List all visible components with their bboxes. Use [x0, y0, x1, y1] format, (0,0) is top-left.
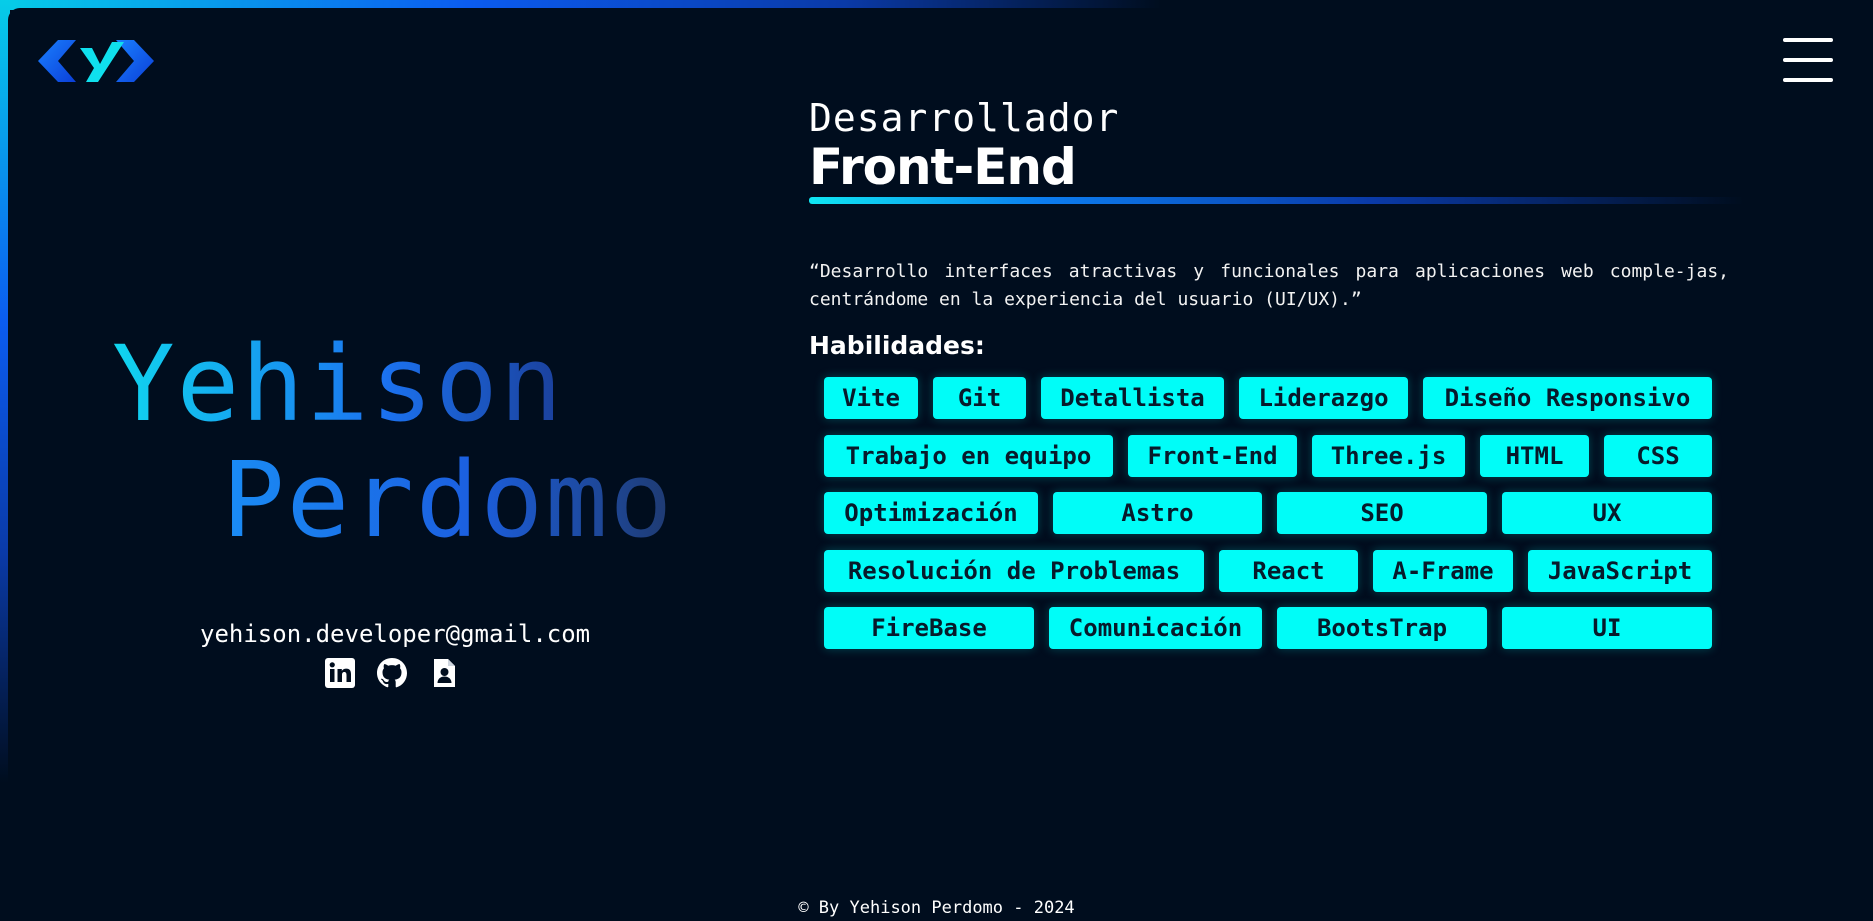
skill-chip[interactable]: Vite	[824, 377, 918, 419]
email-link[interactable]: yehison.developer@gmail.com	[200, 620, 590, 648]
skill-chip[interactable]: CSS	[1604, 435, 1712, 477]
skill-chip[interactable]: Three.js	[1312, 435, 1465, 477]
skill-chip[interactable]: Front-End	[1128, 435, 1297, 477]
skill-chip[interactable]: Git	[933, 377, 1026, 419]
linkedin-icon[interactable]	[324, 657, 356, 689]
social-links	[324, 657, 460, 689]
footer-copyright: © By Yehison Perdomo - 2024	[0, 898, 1873, 918]
skill-chip[interactable]: Comunicación	[1049, 607, 1262, 649]
skill-chip[interactable]: UI	[1502, 607, 1712, 649]
github-icon[interactable]	[376, 657, 408, 689]
code-brackets-logo[interactable]	[36, 38, 156, 84]
skill-chip[interactable]: UX	[1502, 492, 1712, 534]
skill-chip[interactable]: Optimización	[824, 492, 1038, 534]
skill-chip[interactable]: Astro	[1053, 492, 1262, 534]
resume-icon[interactable]	[428, 657, 460, 689]
skill-chip[interactable]: HTML	[1480, 435, 1589, 477]
skill-chip[interactable]: SEO	[1277, 492, 1487, 534]
skill-chip[interactable]: FireBase	[824, 607, 1034, 649]
skill-chip[interactable]: Trabajo en equipo	[824, 435, 1113, 477]
role-subtitle: Desarrollador	[809, 96, 1120, 140]
hamburger-icon-line	[1783, 78, 1833, 82]
hamburger-icon-line	[1783, 58, 1833, 62]
hamburger-menu-button[interactable]	[1783, 38, 1833, 82]
skills-heading: Habilidades:	[809, 331, 985, 360]
hamburger-icon-line	[1783, 38, 1833, 42]
skill-chip[interactable]: BootsTrap	[1277, 607, 1487, 649]
role-title: Front-End	[809, 138, 1077, 196]
last-name-heading: Perdomo	[222, 439, 675, 561]
skill-chip[interactable]: Resolución de Problemas	[824, 550, 1204, 592]
skill-chip[interactable]: JavaScript	[1528, 550, 1712, 592]
skill-chip[interactable]: Detallista	[1041, 377, 1224, 419]
intro-quote: “Desarrollo interfaces atractivas y func…	[809, 261, 1729, 310]
first-name-heading: Yehison	[112, 323, 565, 445]
skill-chip[interactable]: A-Frame	[1373, 550, 1513, 592]
skill-chip[interactable]: React	[1219, 550, 1358, 592]
footer-text: © By Yehison Perdomo - 2024	[798, 898, 1075, 918]
skill-chip[interactable]: Diseño Responsivo	[1423, 377, 1712, 419]
skill-chip[interactable]: Liderazgo	[1239, 377, 1408, 419]
title-underline	[809, 197, 1744, 204]
